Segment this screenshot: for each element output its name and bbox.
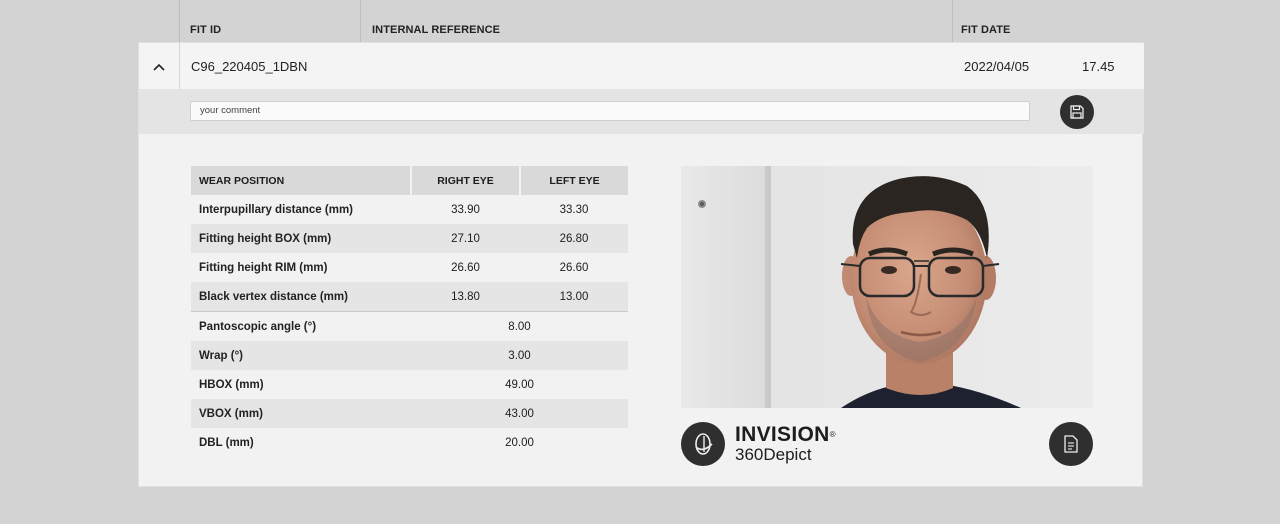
table-row: Interpupillary distance (mm) 33.90 33.30 — [191, 195, 628, 224]
row-label: Black vertex distance (mm) — [191, 282, 411, 312]
fitting-photo-image — [681, 166, 1093, 408]
right-eye-value: 33.90 — [451, 203, 480, 216]
table-row: Wrap (°) 3.00 — [191, 341, 628, 370]
left-eye-value: 26.60 — [559, 261, 589, 274]
left-eye-value: 26.80 — [520, 224, 628, 253]
wear-position-table: WEAR POSITION RIGHT EYE LEFT EYE Interpu… — [191, 166, 628, 457]
column-separator — [179, 0, 180, 42]
save-icon — [1070, 105, 1084, 119]
registered-mark: ® — [829, 430, 836, 439]
fit-id-value: C96_220405_1DBN — [191, 59, 308, 74]
comment-input[interactable]: your comment — [190, 101, 1030, 121]
table-row: Fitting height BOX (mm) 27.10 26.80 — [191, 224, 628, 253]
brand-area: INVISION® 360Depict — [681, 421, 1093, 467]
fit-date-column-header[interactable]: FIT DATE — [961, 0, 1010, 42]
document-icon — [1064, 435, 1078, 453]
row-value: 3.00 — [411, 341, 628, 370]
table-row: Fitting height RIM (mm) 26.60 26.60 — [191, 253, 628, 282]
column-separator — [360, 0, 361, 42]
report-button[interactable] — [1049, 422, 1093, 466]
comment-bar: your comment — [139, 90, 1144, 134]
invision-360-logo-icon — [695, 433, 713, 455]
row-value: 49.00 — [505, 378, 534, 391]
fit-id-column-header[interactable]: FIT ID — [190, 0, 221, 42]
brand-name: INVISION — [735, 423, 830, 446]
table-row: HBOX (mm) 49.00 — [191, 370, 628, 399]
row-label: Interpupillary distance (mm) — [199, 203, 354, 216]
internal-reference-column-header[interactable]: INTERNAL REFERENCE — [372, 0, 500, 42]
table-row: Pantoscopic angle (°) 8.00 — [191, 311, 628, 341]
table-row: VBOX (mm) 43.00 — [191, 399, 628, 428]
chevron-up-icon — [153, 63, 165, 71]
row-value: 20.00 — [505, 436, 534, 449]
left-eye-value: 13.00 — [520, 282, 628, 312]
table-header: FIT ID INTERNAL REFERENCE FIT DATE — [0, 0, 1280, 42]
left-eye-value: 33.30 — [559, 203, 589, 216]
row-label: VBOX (mm) — [191, 399, 411, 428]
fit-row[interactable]: C96_220405_1DBN 2022/04/05 17.45 — [139, 43, 1144, 90]
wear-position-header: WEAR POSITION — [191, 166, 412, 195]
right-eye-header: RIGHT EYE — [411, 166, 521, 195]
row-label: DBL (mm) — [199, 436, 254, 449]
column-separator — [952, 0, 953, 42]
table-row: Black vertex distance (mm) 13.80 13.00 — [191, 282, 628, 312]
fit-record-card: C96_220405_1DBN 2022/04/05 17.45 your co… — [138, 42, 1144, 487]
collapse-button[interactable] — [139, 43, 180, 90]
save-button[interactable] — [1060, 95, 1094, 129]
table-row: DBL (mm) 20.00 — [191, 428, 628, 457]
fit-date-value: 2022/04/05 — [964, 59, 1030, 74]
right-eye-value: 26.60 — [451, 261, 480, 274]
product-name: 360Depict — [735, 445, 812, 464]
fitting-photo[interactable] — [681, 166, 1093, 408]
row-label: Fitting height BOX (mm) — [191, 224, 411, 253]
right-eye-value: 13.80 — [411, 282, 520, 312]
row-label: HBOX (mm) — [199, 378, 264, 391]
invision-logo-badge — [681, 422, 725, 466]
row-label: Wrap (°) — [191, 341, 411, 370]
row-label: Pantoscopic angle (°) — [191, 311, 411, 341]
row-label: Fitting height RIM (mm) — [199, 261, 328, 274]
fit-time-value: 17.45 — [1082, 59, 1115, 74]
row-value: 43.00 — [411, 399, 628, 428]
right-eye-value: 27.10 — [411, 224, 520, 253]
row-value: 8.00 — [411, 311, 628, 341]
left-eye-header: LEFT EYE — [520, 166, 628, 195]
